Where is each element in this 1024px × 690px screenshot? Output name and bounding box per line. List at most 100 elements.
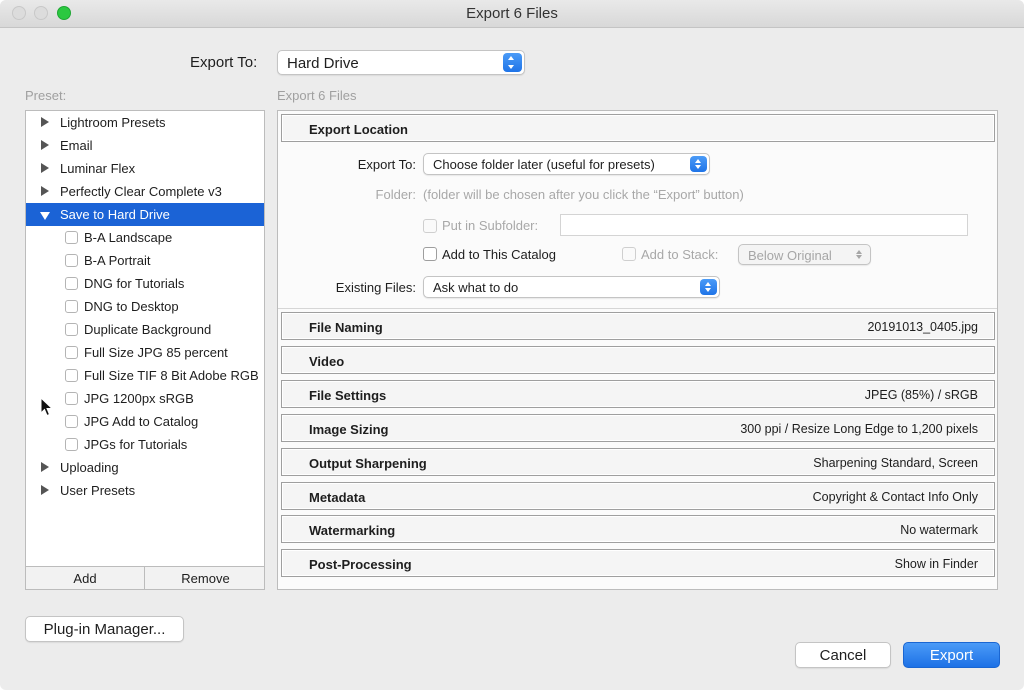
preset-footer: Add Remove	[26, 566, 264, 589]
preset-checkbox[interactable]	[65, 300, 78, 313]
add-to-stack-checkbox[interactable]	[622, 247, 636, 261]
preset-item-label: B-A Landscape	[84, 230, 173, 245]
preset-checkbox[interactable]	[65, 346, 78, 359]
section-file-settings[interactable]: File Settings JPEG (85%) / sRGB	[281, 380, 995, 408]
preset-group-lightroom-presets[interactable]: Lightroom Presets	[26, 111, 264, 134]
section-summary: Copyright & Contact Info Only	[812, 490, 978, 504]
preset-item-label: Duplicate Background	[84, 322, 212, 337]
add-preset-button[interactable]: Add	[26, 567, 145, 589]
preset-item-label: B-A Portrait	[84, 253, 151, 268]
preset-heading: Preset:	[25, 88, 67, 103]
section-image-sizing[interactable]: Image Sizing 300 ppi / Resize Long Edge …	[281, 414, 995, 442]
preset-item[interactable]: DNG to Desktop	[26, 295, 264, 318]
cancel-button[interactable]: Cancel	[795, 642, 891, 668]
section-summary: Sharpening Standard, Screen	[813, 456, 978, 470]
export-files-heading: Export 6 Files	[277, 88, 357, 103]
preset-item[interactable]: Full Size JPG 85 percent	[26, 341, 264, 364]
preset-group-label: Luminar Flex	[60, 161, 136, 176]
preset-item[interactable]: DNG for Tutorials	[26, 272, 264, 295]
disclosure-triangle-icon[interactable]	[41, 140, 49, 150]
location-export-to-dropdown[interactable]: Choose folder later (useful for presets)	[423, 153, 710, 175]
disclosure-triangle-icon[interactable]	[41, 485, 49, 495]
preset-group-user-presets[interactable]: User Presets	[26, 479, 264, 502]
preset-item-label: JPGs for Tutorials	[84, 437, 188, 452]
mouse-pointer-icon	[40, 397, 54, 417]
preset-group-label: Lightroom Presets	[60, 115, 166, 130]
section-video[interactable]: Video	[281, 346, 995, 374]
dropdown-stepper-icon	[503, 53, 522, 72]
preset-item[interactable]: Full Size TIF 8 Bit Adobe RGB	[26, 364, 264, 387]
add-to-catalog-checkbox[interactable]	[423, 247, 437, 261]
dropdown-stepper-icon	[700, 279, 717, 295]
section-title: Video	[309, 354, 345, 369]
preset-checkbox[interactable]	[65, 323, 78, 336]
preset-item-label: DNG to Desktop	[84, 299, 179, 314]
disclosure-triangle-icon[interactable]	[41, 163, 49, 173]
subfolder-name-field[interactable]	[560, 214, 968, 236]
location-export-to-label: Export To:	[357, 157, 416, 172]
section-title: Post-Processing	[309, 557, 412, 572]
export-to-label: Export To:	[190, 54, 258, 71]
section-title: Metadata	[309, 490, 366, 505]
section-file-naming[interactable]: File Naming 20191013_0405.jpg	[281, 312, 995, 340]
section-summary: 300 ppi / Resize Long Edge to 1,200 pixe…	[740, 422, 978, 436]
disclosure-triangle-icon[interactable]	[40, 212, 50, 220]
preset-item[interactable]: JPG 1200px sRGB	[26, 387, 264, 410]
remove-preset-button[interactable]: Remove	[145, 567, 264, 589]
section-divider	[278, 308, 997, 309]
preset-checkbox[interactable]	[65, 392, 78, 405]
preset-checkbox[interactable]	[65, 415, 78, 428]
preset-group-email[interactable]: Email	[26, 134, 264, 157]
section-title: Image Sizing	[309, 422, 389, 437]
section-summary: Show in Finder	[894, 557, 978, 571]
export-button[interactable]: Export	[903, 642, 1000, 668]
plugin-manager-button[interactable]: Plug-in Manager...	[25, 616, 184, 642]
existing-files-dropdown[interactable]: Ask what to do	[423, 276, 720, 298]
preset-group-save-to-hard-drive[interactable]: Save to Hard Drive	[26, 203, 264, 226]
section-summary: 20191013_0405.jpg	[867, 320, 978, 334]
dropdown-stepper-icon	[851, 247, 868, 262]
preset-group-uploading[interactable]: Uploading	[26, 456, 264, 479]
folder-value: (folder will be chosen after you click t…	[423, 187, 744, 202]
section-post-processing[interactable]: Post-Processing Show in Finder	[281, 549, 995, 577]
preset-group-perfectly-clear[interactable]: Perfectly Clear Complete v3	[26, 180, 264, 203]
section-summary: JPEG (85%) / sRGB	[864, 388, 978, 402]
preset-item[interactable]: B-A Landscape	[26, 226, 264, 249]
stack-position-dropdown[interactable]: Below Original	[738, 244, 871, 265]
export-to-value: Hard Drive	[287, 55, 359, 72]
preset-item[interactable]: JPG Add to Catalog	[26, 410, 264, 433]
disclosure-triangle-icon[interactable]	[41, 186, 49, 196]
section-watermarking[interactable]: Watermarking No watermark	[281, 515, 995, 543]
section-export-location[interactable]: Export Location	[281, 114, 995, 142]
section-title: Watermarking	[309, 523, 396, 538]
preset-item-label: JPG Add to Catalog	[84, 414, 199, 429]
location-export-to-value: Choose folder later (useful for presets)	[433, 157, 655, 172]
preset-list: Lightroom Presets Email Luminar Flex Per…	[25, 110, 265, 590]
preset-checkbox[interactable]	[65, 277, 78, 290]
put-in-subfolder-checkbox[interactable]	[423, 219, 437, 233]
add-to-stack-label: Add to Stack:	[641, 247, 719, 262]
existing-files-label: Existing Files:	[335, 280, 416, 295]
preset-item-label: JPG 1200px sRGB	[84, 391, 194, 406]
disclosure-triangle-icon[interactable]	[41, 462, 49, 472]
preset-group-luminar-flex[interactable]: Luminar Flex	[26, 157, 264, 180]
folder-label: Folder:	[375, 187, 416, 202]
preset-checkbox[interactable]	[65, 369, 78, 382]
preset-item[interactable]: JPGs for Tutorials	[26, 433, 264, 456]
preset-checkbox[interactable]	[65, 254, 78, 267]
disclosure-triangle-icon[interactable]	[41, 117, 49, 127]
preset-item-label: DNG for Tutorials	[84, 276, 185, 291]
section-metadata[interactable]: Metadata Copyright & Contact Info Only	[281, 482, 995, 510]
preset-checkbox[interactable]	[65, 231, 78, 244]
export-to-dropdown[interactable]: Hard Drive	[277, 50, 525, 75]
preset-group-label: Email	[60, 138, 93, 153]
preset-checkbox[interactable]	[65, 438, 78, 451]
section-output-sharpening[interactable]: Output Sharpening Sharpening Standard, S…	[281, 448, 995, 476]
section-title: File Naming	[309, 320, 383, 335]
window-title: Export 6 Files	[466, 5, 558, 22]
preset-group-label: User Presets	[60, 483, 136, 498]
preset-item[interactable]: B-A Portrait	[26, 249, 264, 272]
put-in-subfolder-label: Put in Subfolder:	[442, 218, 539, 233]
preset-item[interactable]: Duplicate Background	[26, 318, 264, 341]
preset-group-label: Perfectly Clear Complete v3	[60, 184, 222, 199]
